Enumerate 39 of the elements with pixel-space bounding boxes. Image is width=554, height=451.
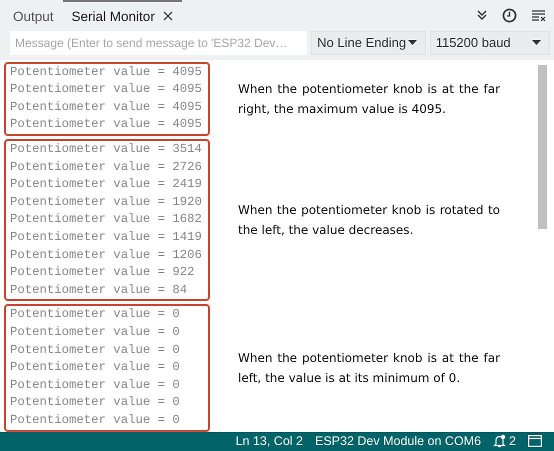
caret-icon — [532, 40, 541, 46]
output-line: Potentiometer value = 4095 — [10, 64, 203, 81]
output-line: Potentiometer value = 1419 — [10, 229, 203, 246]
close-icon[interactable] — [162, 11, 173, 21]
caret-icon — [408, 40, 417, 46]
output-line: Potentiometer value = 0 — [10, 412, 181, 429]
output-line: Potentiometer value = 0 — [10, 394, 181, 412]
notification-count[interactable]: 2 — [509, 434, 516, 448]
output-line: Potentiometer value = 1206 — [10, 246, 203, 264]
output-line: Potentiometer value = 4095 — [10, 98, 203, 116]
output-line: Potentiometer value = 0 — [10, 376, 181, 394]
scrollbar[interactable] — [538, 64, 547, 229]
output-line: Potentiometer value = 4095 — [10, 81, 203, 98]
bell-icon[interactable] — [493, 434, 506, 448]
output-line: Potentiometer value = 0 — [10, 359, 181, 376]
board-status[interactable]: ESP32 Dev Module on COM6 — [314, 434, 482, 448]
panel-icon[interactable] — [528, 435, 542, 448]
message-field[interactable]: Message (Enter to send message to 'ESP32 Dev… — [10, 31, 308, 55]
clear-output-icon[interactable] — [531, 8, 546, 22]
autoscroll-icon[interactable] — [476, 9, 488, 21]
output-line: Potentiometer value = 3514 — [10, 141, 203, 158]
output-line: Potentiometer value = 0 — [10, 324, 181, 341]
output-line: Potentiometer value = 0 — [10, 306, 181, 324]
output-line: Potentiometer value = 1920 — [10, 194, 203, 211]
output-line: Potentiometer value = 0 — [10, 342, 181, 359]
annotation-text: When the potentiometer knob is rotated to the left, the value decreases. — [238, 202, 500, 240]
output-line: Potentiometer value = 922 — [10, 264, 196, 282]
clock-icon[interactable] — [502, 8, 517, 22]
cursor-position: Ln 13, Col 2 — [236, 434, 303, 448]
output-line: Potentiometer value = 2726 — [10, 158, 203, 176]
output-line: Potentiometer value = 4095 — [10, 116, 203, 134]
baud-rate-dropdown[interactable]: 115200 baud — [430, 31, 550, 55]
annotation-text: When the potentiometer knob is at the far left, the value is at its minimum of 0. — [238, 350, 500, 387]
output-line: Potentiometer value = 1682 — [10, 211, 203, 228]
line-ending-dropdown[interactable]: No Line Ending — [311, 31, 426, 55]
panel-tab[interactable]: Output — [4, 0, 63, 30]
output-line: Potentiometer value = 2419 — [10, 176, 203, 194]
output-line: Potentiometer value = 84 — [10, 282, 188, 299]
annotation-text: When the potentiometer knob is at the far right, the maximum value is 4095. — [238, 80, 500, 118]
